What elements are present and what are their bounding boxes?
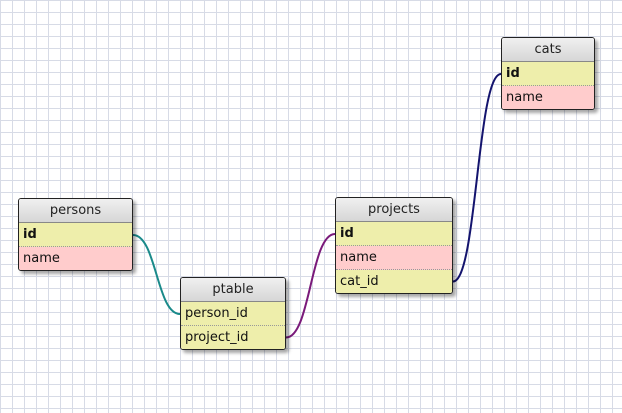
table-ptable[interactable]: ptable person_id project_id: [180, 277, 286, 350]
table-projects[interactable]: projects id name cat_id: [335, 197, 453, 294]
field-cats-id[interactable]: id: [502, 62, 594, 86]
field-projects-cat_id[interactable]: cat_id: [336, 270, 452, 293]
field-projects-id[interactable]: id: [336, 222, 452, 246]
field-cats-name[interactable]: name: [502, 86, 594, 109]
table-persons[interactable]: persons id name: [18, 198, 133, 271]
table-title: persons: [19, 199, 132, 223]
table-title: projects: [336, 198, 452, 222]
field-projects-name[interactable]: name: [336, 246, 452, 270]
table-title: ptable: [181, 278, 285, 302]
schema-canvas: persons id name ptable person_id project_id pr…: [0, 0, 622, 413]
relation-line-2: [452, 73, 502, 283]
relation-line-1: [285, 233, 336, 339]
field-persons-id[interactable]: id: [19, 223, 132, 247]
relation-line-0: [132, 234, 181, 315]
field-ptable-project_id[interactable]: project_id: [181, 326, 285, 349]
field-persons-name[interactable]: name: [19, 247, 132, 270]
table-cats[interactable]: cats id name: [501, 37, 595, 110]
field-ptable-person_id[interactable]: person_id: [181, 302, 285, 326]
table-title: cats: [502, 38, 594, 62]
